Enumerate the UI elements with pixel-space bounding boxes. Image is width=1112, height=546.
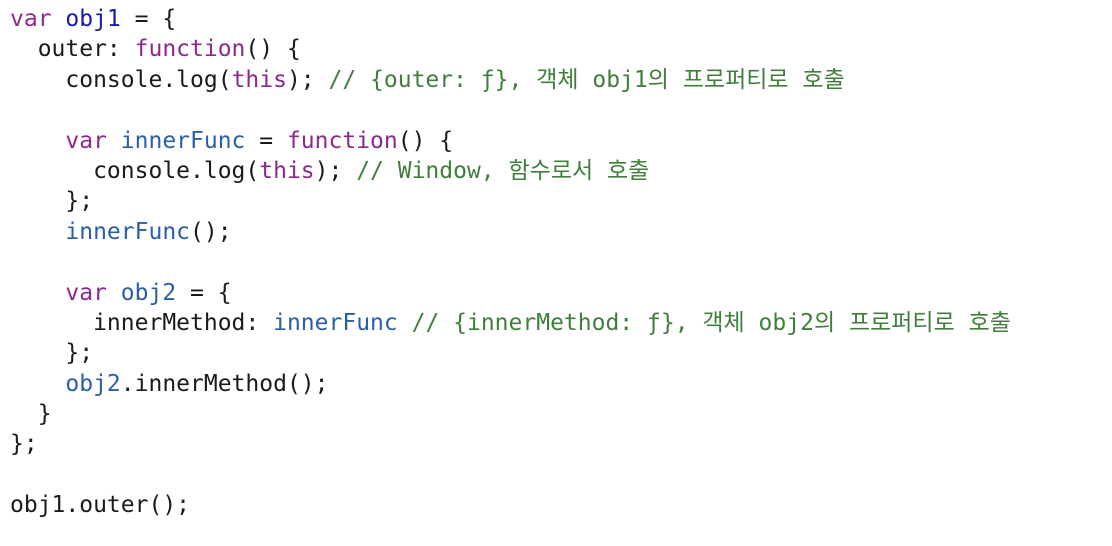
code-text-token: (); (190, 218, 232, 245)
code-text-token: }; (10, 188, 94, 215)
code-line: }; (10, 429, 1112, 459)
code-line: outer: function() { (10, 34, 1112, 64)
keyword-token: function (134, 36, 246, 63)
comment-token: // Window, 함수로서 호출 (356, 157, 650, 184)
code-text-token: ); (286, 66, 329, 93)
code-line: var obj2 = { (10, 278, 1112, 308)
code-view: var obj1 = { outer: function() { console… (0, 0, 1112, 546)
function-identifier-token: innerFunc (65, 218, 191, 245)
function-identifier-token: obj2 (65, 370, 121, 397)
keyword-token: var (65, 127, 121, 154)
code-text-token: = (245, 127, 287, 154)
keyword-token: var (10, 6, 66, 32)
keyword-token: var (65, 279, 121, 306)
code-line: obj2.innerMethod(); (10, 369, 1112, 399)
code-text-token: = { (120, 6, 177, 32)
code-text-token: } (10, 401, 52, 428)
code-text-token: console.log( (10, 66, 232, 93)
code-text-token: .innerMethod(); (120, 370, 329, 397)
code-line: obj1.outer(); (10, 490, 1112, 520)
code-line: } (10, 399, 1112, 429)
keyword-token: this (259, 157, 315, 184)
code-text-token: = { (176, 279, 232, 306)
code-line: var obj1 = { (10, 4, 1112, 34)
code-text-token: obj1.outer(); (10, 492, 191, 519)
code-text-token: () { (397, 127, 454, 154)
code-line: innerMethod: innerFunc // {innerMethod: … (10, 308, 1112, 338)
code-text-token: outer: (10, 36, 135, 63)
code-text-token: }; (10, 340, 94, 367)
blank-code-line (10, 460, 1112, 490)
code-text-token: () { (245, 36, 301, 63)
keyword-token: function (286, 127, 398, 154)
blank-code-line (10, 95, 1112, 125)
blank-code-line (10, 247, 1112, 277)
code-line: }; (10, 338, 1112, 368)
code-line: }; (10, 186, 1112, 216)
code-line: var innerFunc = function() { (10, 126, 1112, 156)
comment-token: // {outer: ƒ}, 객체 obj1의 프로퍼티로 호출 (328, 66, 845, 93)
function-identifier-token: obj2 (120, 279, 177, 306)
keyword-token: this (231, 66, 287, 93)
code-text-token: innerMethod: (10, 309, 274, 336)
code-text-token: }; (10, 431, 38, 458)
code-text-token: console.log( (10, 157, 260, 184)
code-line: console.log(this); // {outer: ƒ}, 객체 obj… (10, 65, 1112, 95)
function-identifier-token: innerFunc (273, 309, 398, 336)
function-identifier-token: innerFunc (120, 127, 246, 154)
code-text-token: ); (314, 157, 357, 184)
code-line: innerFunc(); (10, 217, 1112, 247)
identifier-token: obj1 (65, 6, 121, 32)
comment-token: // {innerMethod: ƒ}, 객체 obj2의 프로퍼티로 호출 (411, 309, 1011, 336)
code-line: console.log(this); // Window, 함수로서 호출 (10, 156, 1112, 186)
